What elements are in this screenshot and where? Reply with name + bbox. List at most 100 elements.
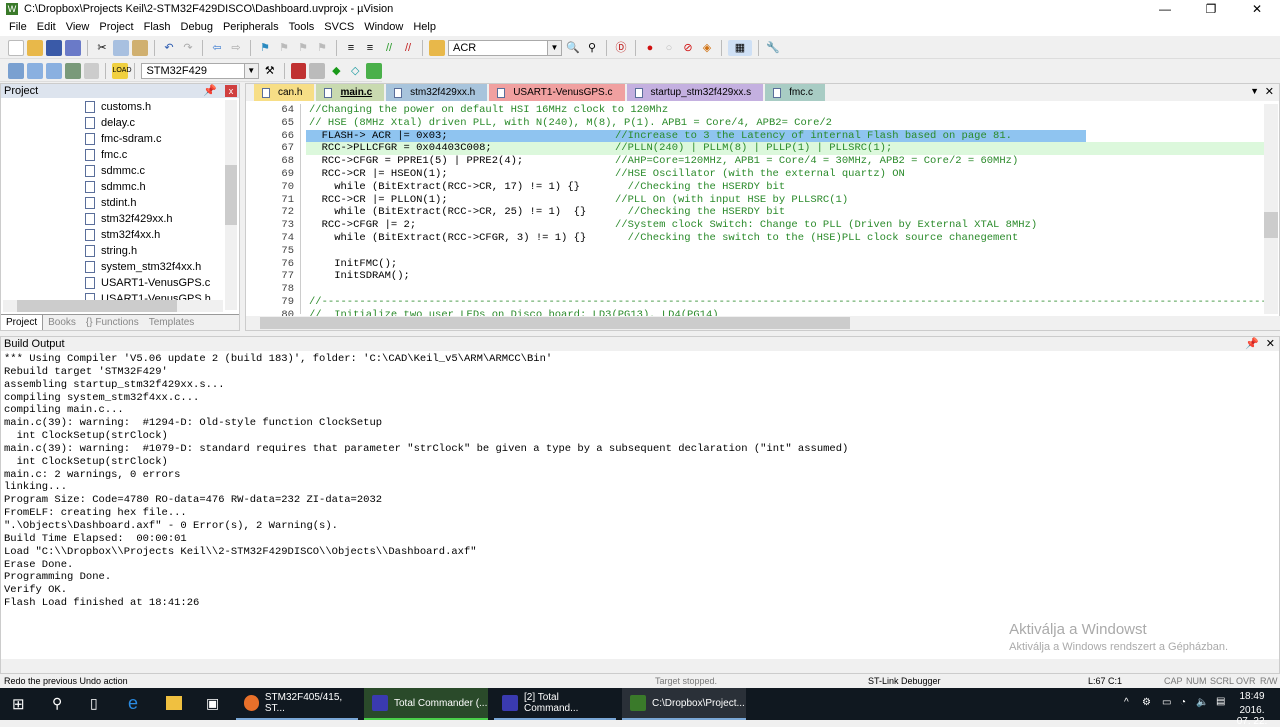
code-line[interactable]: 72 while (BitExtract(RCC->CR, 25) != 1) …	[246, 206, 1264, 219]
output-horizontal-scrollbar[interactable]	[1, 659, 1279, 673]
tree-file-item[interactable]: system_stm32f4xx.h	[85, 259, 201, 275]
rebuild-icon[interactable]	[45, 62, 62, 79]
editor-tab[interactable]: can.h	[254, 84, 315, 101]
save-icon[interactable]	[46, 39, 62, 56]
translate-icon[interactable]	[8, 62, 24, 79]
code-line[interactable]: 77 InitSDRAM();	[246, 270, 1264, 283]
menu-tools[interactable]: Tools	[284, 21, 320, 33]
code-area[interactable]: 64 //Changing the power on default HSI 16…	[246, 104, 1280, 322]
find-icon[interactable]: 🔍	[565, 40, 581, 56]
breakpoint-icon[interactable]: ●	[642, 40, 658, 56]
notifications-icon[interactable]: ▤	[1216, 696, 1225, 707]
tree-file-item[interactable]: stm32f429xx.h	[85, 211, 173, 227]
tab-project[interactable]: Project	[1, 315, 44, 330]
build-output-text[interactable]: *** Using Compiler 'V5.06 update 2 (buil…	[4, 353, 848, 610]
tree-file-item[interactable]: string.h	[85, 243, 137, 259]
code-line[interactable]: 65 // HSE (8MHz Xtal) driven PLL, with N(…	[246, 117, 1264, 130]
menu-project[interactable]: Project	[94, 21, 138, 33]
editor-vertical-scrollbar[interactable]	[1264, 104, 1278, 314]
paste-icon[interactable]	[132, 39, 148, 56]
menu-view[interactable]: View	[61, 21, 95, 33]
unindent-icon[interactable]: ≡	[362, 40, 378, 56]
tree-file-item[interactable]: fmc-sdram.c	[85, 131, 162, 147]
menu-edit[interactable]: Edit	[32, 21, 61, 33]
tree-file-item[interactable]: delay.c	[85, 115, 135, 131]
editor-horizontal-scrollbar[interactable]	[246, 316, 1280, 330]
editor-tab[interactable]: main.c	[316, 84, 385, 101]
save-all-icon[interactable]	[65, 39, 81, 56]
tab-functions[interactable]: {} Functions	[81, 315, 144, 330]
pin-icon[interactable]: 📌	[1245, 337, 1259, 351]
tray-chevron-icon[interactable]: ^	[1124, 697, 1129, 708]
minimize-button[interactable]: —	[1142, 0, 1188, 18]
code-line[interactable]: 76 InitFMC();	[246, 258, 1264, 271]
edge-icon[interactable]: e	[128, 693, 138, 714]
menu-debug[interactable]: Debug	[176, 21, 218, 33]
code-line[interactable]: 67 RCC->PLLCFGR = 0x04403C008; //PLLN(240…	[246, 142, 1264, 156]
task-firefox[interactable]: STM32F405/415, ST...	[236, 688, 358, 720]
vertical-scrollbar[interactable]	[225, 100, 237, 310]
kill-breakpoints-icon[interactable]: ◈	[699, 40, 715, 56]
new-file-icon[interactable]	[8, 39, 24, 56]
code-line[interactable]: 64 //Changing the power on default HSI 16…	[246, 104, 1264, 117]
search-icon[interactable]: ⚲	[52, 695, 62, 712]
prev-bookmark-icon[interactable]: ⚑	[276, 40, 292, 56]
code-line[interactable]: 71 RCC->CR |= PLLON(1); //PLL On (with in…	[246, 194, 1264, 207]
manage-components-icon[interactable]	[290, 62, 307, 79]
tab-templates[interactable]: Templates	[144, 315, 200, 330]
uncomment-icon[interactable]: //	[400, 40, 416, 56]
software-packs-icon[interactable]	[366, 62, 383, 79]
code-line[interactable]: 74 while (BitExtract(RCC->CFGR, 3) != 1)…	[246, 232, 1264, 245]
debug-start-icon[interactable]: Ⓓ	[613, 40, 629, 56]
menu-flash[interactable]: Flash	[139, 21, 176, 33]
cut-icon[interactable]: ✂	[94, 40, 110, 56]
close-panel-icon[interactable]: ✕	[1266, 337, 1275, 351]
tree-file-item[interactable]: stdint.h	[85, 195, 136, 211]
batch-build-icon[interactable]	[64, 62, 81, 79]
code-line[interactable]: 66 FLASH-> ACR |= 0x03; //Increase to 3 t…	[246, 129, 1264, 143]
volume-icon[interactable]: 🔈	[1196, 697, 1208, 708]
window-layout-icon[interactable]: ▦	[728, 39, 752, 56]
load-icon[interactable]: LOAD	[112, 62, 132, 79]
undo-icon[interactable]: ↶	[161, 40, 177, 56]
battery-icon[interactable]: ▭	[1162, 697, 1171, 708]
menu-svcs[interactable]: SVCS	[319, 21, 359, 33]
maximize-button[interactable]: ❐	[1188, 0, 1234, 18]
menu-file[interactable]: File	[4, 21, 32, 33]
editor-tab[interactable]: USART1-VenusGPS.c	[489, 84, 625, 101]
find-in-files-icon[interactable]	[429, 39, 445, 56]
menu-window[interactable]: Window	[359, 21, 408, 33]
tree-file-item[interactable]: USART1-VenusGPS.c	[85, 275, 210, 291]
run-time-env-icon[interactable]: ◆	[328, 63, 344, 79]
chevron-down-icon[interactable]: ▼	[547, 40, 561, 55]
tree-file-item[interactable]: sdmmc.h	[85, 179, 146, 195]
code-line[interactable]: 69 RCC->CR |= HSEON(1); //HSE Oscillator …	[246, 168, 1264, 181]
clear-breakpoints-icon[interactable]: ⊘	[680, 40, 696, 56]
incremental-find-icon[interactable]: ⚲	[584, 40, 600, 56]
configure-icon[interactable]: 🔧	[765, 40, 781, 56]
tree-file-item[interactable]: customs.h	[85, 99, 151, 115]
bookmark-icon[interactable]: ⚑	[257, 40, 273, 56]
tree-file-item[interactable]: sdmmc.c	[85, 163, 145, 179]
task-uvision[interactable]: C:\Dropbox\Project...	[622, 688, 746, 720]
next-bookmark-icon[interactable]: ⚑	[295, 40, 311, 56]
editor-tab[interactable]: stm32f429xx.h	[386, 84, 488, 101]
chevron-down-icon[interactable]: ▼	[243, 63, 258, 78]
code-line[interactable]: 68 RCC->CFGR = PPRE1(5) | PPRE2(4); //AHP…	[246, 155, 1264, 168]
horizontal-scrollbar[interactable]	[3, 300, 223, 312]
disable-breakpoint-icon[interactable]: ○	[661, 40, 677, 56]
code-line[interactable]: 79 //------------------------------------…	[246, 296, 1280, 309]
tab-books[interactable]: Books	[43, 315, 81, 330]
redo-icon[interactable]: ↷	[180, 40, 196, 56]
wifi-icon[interactable]: ◔	[1180, 697, 1186, 708]
copy-icon[interactable]	[113, 39, 129, 56]
target-options-icon[interactable]: ⚒	[262, 63, 278, 79]
menu-peripherals[interactable]: Peripherals	[218, 21, 284, 33]
pin-icon[interactable]: 📌	[203, 84, 217, 98]
tab-list-icon[interactable]: ▼	[1250, 86, 1259, 96]
clear-bookmarks-icon[interactable]: ⚑	[314, 40, 330, 56]
clock[interactable]: 18:49 2016. 07. 22.	[1232, 691, 1272, 727]
select-packs-icon[interactable]	[309, 62, 326, 79]
task-total-commander[interactable]: Total Commander (...	[364, 688, 488, 720]
pack-installer-icon[interactable]: ◇	[347, 63, 363, 79]
